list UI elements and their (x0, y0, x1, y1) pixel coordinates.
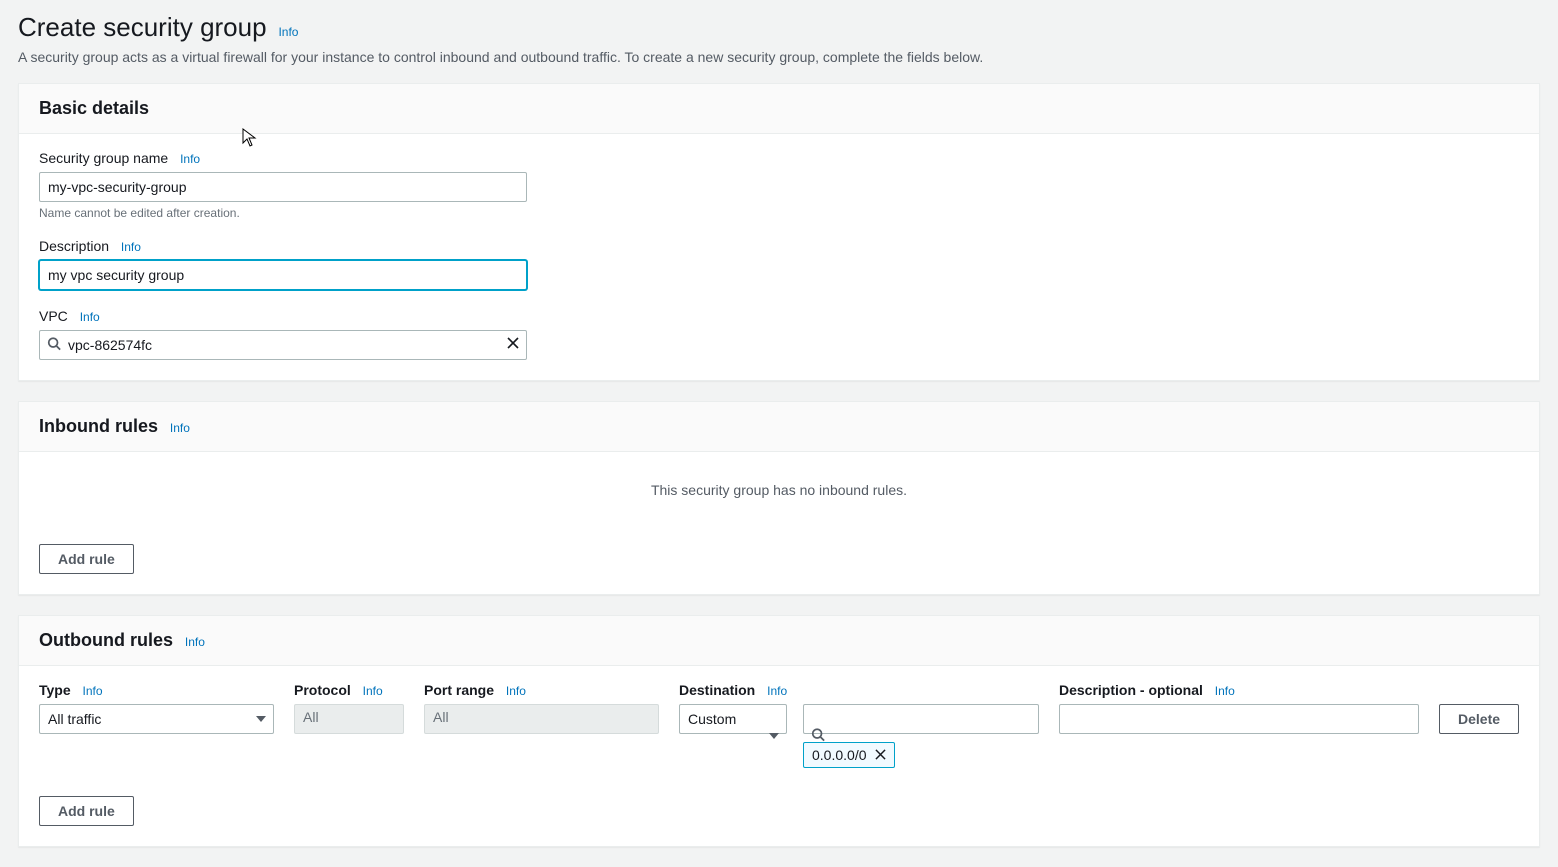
inbound-add-rule-button[interactable]: Add rule (39, 544, 134, 574)
sg-name-label: Security group name (39, 150, 168, 166)
inbound-empty-text: This security group has no inbound rules… (39, 468, 1519, 514)
inbound-rules-title: Inbound rules (39, 416, 158, 436)
rule-description-input[interactable] (1059, 704, 1419, 734)
rule-delete-button[interactable]: Delete (1439, 704, 1519, 734)
col-description-label: Description - optional (1059, 682, 1203, 698)
vpc-label: VPC (39, 308, 68, 324)
col-portrange-info-link[interactable]: Info (506, 684, 526, 698)
outbound-add-rule-button[interactable]: Add rule (39, 796, 134, 826)
sg-desc-input[interactable] (39, 260, 527, 290)
cidr-token-value: 0.0.0.0/0 (812, 747, 867, 763)
col-protocol-info-link[interactable]: Info (363, 684, 383, 698)
col-destination-info-link[interactable]: Info (767, 684, 787, 698)
outbound-rules-title: Outbound rules (39, 630, 173, 650)
inbound-rules-info-link[interactable]: Info (170, 421, 190, 435)
outbound-rules-panel: Outbound rules Info Type Info All traffi… (18, 615, 1540, 847)
col-type-label: Type (39, 682, 71, 698)
rule-dest-mode-select[interactable]: Custom (679, 704, 787, 734)
sg-name-info-link[interactable]: Info (180, 152, 200, 166)
page-description: A security group acts as a virtual firew… (18, 49, 1540, 65)
col-portrange-label: Port range (424, 682, 494, 698)
col-type-info-link[interactable]: Info (83, 684, 103, 698)
col-description-info-link[interactable]: Info (1215, 684, 1235, 698)
sg-desc-label: Description (39, 238, 109, 254)
inbound-rules-panel: Inbound rules Info This security group h… (18, 401, 1540, 595)
rule-type-select[interactable]: All traffic (39, 704, 274, 734)
rule-protocol-field: All (294, 704, 404, 734)
page-title-info-link[interactable]: Info (278, 25, 298, 39)
rule-type-value: All traffic (48, 711, 101, 727)
page-title: Create security group (18, 12, 267, 43)
rule-dest-mode-value: Custom (688, 711, 736, 727)
rule-dest-input[interactable] (803, 704, 1039, 734)
clear-icon[interactable] (507, 336, 519, 354)
col-protocol-label: Protocol (294, 682, 351, 698)
sg-name-helper: Name cannot be edited after creation. (39, 206, 1519, 220)
col-destination-label: Destination (679, 682, 755, 698)
vpc-info-link[interactable]: Info (80, 310, 100, 324)
outbound-rules-info-link[interactable]: Info (185, 635, 205, 649)
vpc-input[interactable] (39, 330, 527, 360)
basic-details-title: Basic details (39, 98, 149, 118)
token-remove-icon[interactable] (875, 748, 886, 762)
rule-portrange-field: All (424, 704, 659, 734)
sg-name-input[interactable] (39, 172, 527, 202)
sg-desc-info-link[interactable]: Info (121, 240, 141, 254)
basic-details-panel: Basic details Security group name Info N… (18, 83, 1540, 381)
cidr-token: 0.0.0.0/0 (803, 742, 895, 768)
